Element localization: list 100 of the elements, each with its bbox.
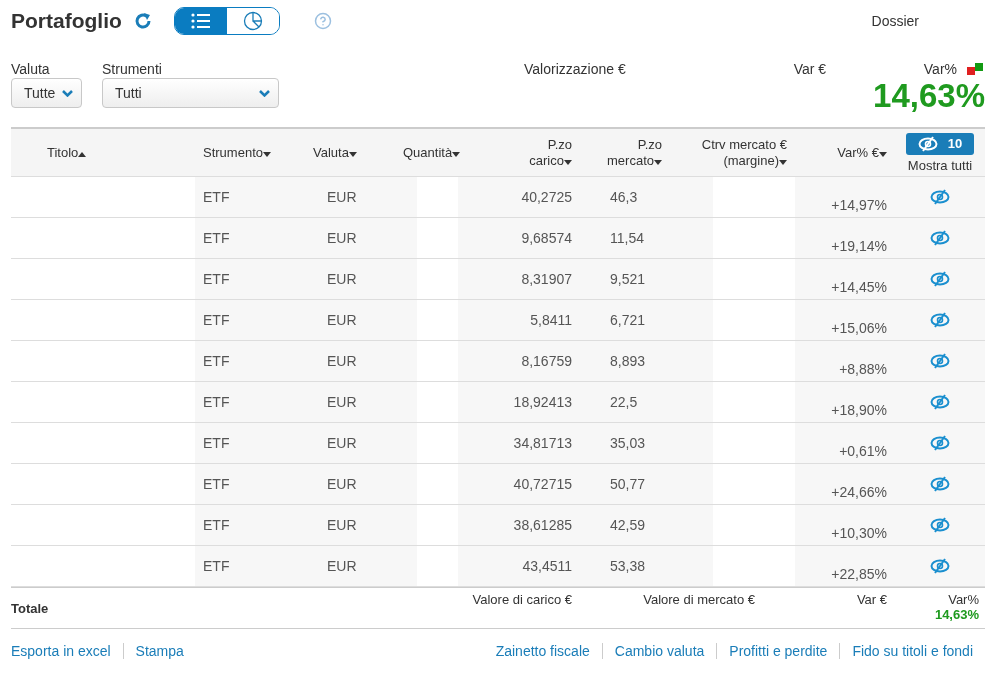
totals-header: Valore di mercato €: [642, 591, 756, 609]
table-cell-text: ETF: [202, 270, 231, 289]
column-header[interactable]: P.zo mercato: [580, 136, 670, 169]
table-cell-text: ETF: [202, 475, 231, 494]
table-cell-text: EUR: [326, 516, 358, 535]
hide-row-button[interactable]: [930, 517, 950, 533]
table-cell-text: +14,45%: [830, 278, 888, 297]
table-cell-text: 43,4511: [521, 557, 573, 576]
column-header[interactable]: Valuta: [305, 144, 395, 161]
table-cell-text: 8,31907: [520, 270, 573, 289]
table-cell-text: 34,81713: [512, 434, 573, 453]
filter-dropdown[interactable]: Tutte: [11, 78, 82, 108]
column-header[interactable]: Strumento: [195, 144, 305, 161]
hide-row-button[interactable]: [930, 353, 950, 369]
eye-slash-icon: [930, 189, 950, 205]
hide-row-button[interactable]: [930, 394, 950, 410]
totals-header: Valore di carico €: [471, 591, 573, 609]
table-cell-text: 42,59: [609, 516, 647, 535]
footer-link[interactable]: Esporta in excel: [11, 643, 123, 659]
table-cell-text: EUR: [326, 475, 358, 494]
show-all-label[interactable]: Mostra tutti: [907, 157, 973, 173]
help-icon[interactable]: [313, 12, 332, 30]
eye-slash-icon: [930, 435, 950, 451]
hide-row-button[interactable]: [930, 189, 950, 205]
totals-var-percent: 14,63%: [934, 607, 979, 622]
valuation-label: Valorizzazione €: [524, 61, 626, 77]
table-cell-text: 35,03: [609, 434, 647, 453]
table-cell-text: +10,30%: [830, 524, 888, 543]
footer-link[interactable]: Fido su titoli e fondi: [839, 643, 985, 659]
hide-row-button[interactable]: [930, 271, 950, 287]
hide-row-button[interactable]: [930, 230, 950, 246]
hide-row-button[interactable]: [930, 435, 950, 451]
table-cell-text: 40,72715: [512, 475, 573, 494]
table-cell-text: 9,68574: [520, 229, 573, 248]
footer-link[interactable]: Cambio valuta: [601, 643, 717, 659]
column-header[interactable]: Ctrv mercato € (margine): [670, 136, 795, 169]
dossier-label: Dossier: [871, 13, 919, 29]
eye-slash-icon: [930, 312, 950, 328]
table-cell-text: EUR: [326, 557, 358, 576]
table-cell-text: EUR: [326, 352, 358, 371]
table-cell-text: EUR: [326, 270, 358, 289]
table-cell-text: 50,77: [609, 475, 647, 494]
table-cell-text: 8,893: [609, 352, 647, 371]
table-cell-text: 18,92413: [512, 393, 573, 412]
filter-dropdown[interactable]: Tutti: [102, 78, 279, 108]
table-cell-text: EUR: [326, 311, 358, 330]
table-cell-text: EUR: [326, 229, 358, 248]
table-cell-text: +15,06%: [830, 319, 888, 338]
table-cell-text: 5,8411: [529, 311, 573, 330]
chevron-down-icon: [259, 89, 270, 97]
refresh-icon[interactable]: [133, 12, 152, 30]
table-cell-text: ETF: [202, 229, 231, 248]
eye-slash-icon: [930, 517, 950, 533]
table-cell-text: 6,721: [609, 311, 647, 330]
table-cell-text: +19,14%: [830, 237, 888, 256]
table-cell-text: 22,5: [609, 393, 639, 412]
column-header[interactable]: P.zo carico: [480, 136, 580, 169]
footer-link[interactable]: Zainetto fiscale: [483, 643, 602, 659]
table-cell-text: EUR: [326, 434, 358, 453]
table-cell-text: 8,16759: [520, 352, 573, 371]
column-header[interactable]: Titolo: [11, 144, 195, 161]
table-cell-text: ETF: [202, 557, 231, 576]
table-cell-text: EUR: [326, 188, 358, 207]
totals-label: Totale: [11, 599, 50, 618]
table-cell-text: ETF: [202, 188, 231, 207]
table-cell-text: 38,61285: [512, 516, 573, 535]
chevron-down-icon: [62, 89, 73, 97]
table-cell-text: ETF: [202, 516, 231, 535]
var-percent-value: 14,63%: [873, 77, 985, 115]
table-cell-text: +22,85%: [830, 565, 888, 584]
page-title: Portafoglio: [11, 9, 122, 33]
table-cell-text: EUR: [326, 393, 358, 412]
footer-link[interactable]: Profitti e perdite: [716, 643, 840, 659]
table-cell-text: 40,2725: [520, 188, 573, 207]
hidden-count-button[interactable]: 10: [906, 132, 974, 155]
column-header[interactable]: Var% €: [795, 144, 895, 161]
filter-label: Valuta: [11, 61, 51, 77]
table-cell-text: 46,3: [609, 188, 639, 207]
hide-row-button[interactable]: [930, 558, 950, 574]
pie-chart-icon: [242, 11, 263, 31]
table-cell-text: 11,54: [609, 229, 645, 248]
column-header[interactable]: Quantità: [395, 144, 480, 161]
eye-slash-icon: [930, 230, 950, 246]
table-cell-text: +0,61%: [838, 442, 888, 461]
eye-slash-icon: [930, 353, 950, 369]
eye-slash-icon: [930, 394, 950, 410]
table-cell-text: ETF: [202, 352, 231, 371]
hide-row-button[interactable]: [930, 312, 950, 328]
footer-link[interactable]: Stampa: [122, 643, 196, 659]
table-cell-text: ETF: [202, 393, 231, 412]
table-cell-text: 9,521: [609, 270, 647, 289]
table-cell-text: +14,97%: [830, 196, 888, 215]
hide-row-button[interactable]: [930, 476, 950, 492]
totals-header: Var%: [948, 592, 979, 607]
var-percent-label: Var%: [923, 61, 957, 77]
view-toggle-button[interactable]: [174, 8, 227, 34]
table-cell-text: +24,66%: [830, 483, 888, 502]
eye-slash-icon: [917, 135, 938, 152]
table-cell-text: +18,90%: [830, 401, 888, 420]
eye-slash-icon: [930, 271, 950, 287]
